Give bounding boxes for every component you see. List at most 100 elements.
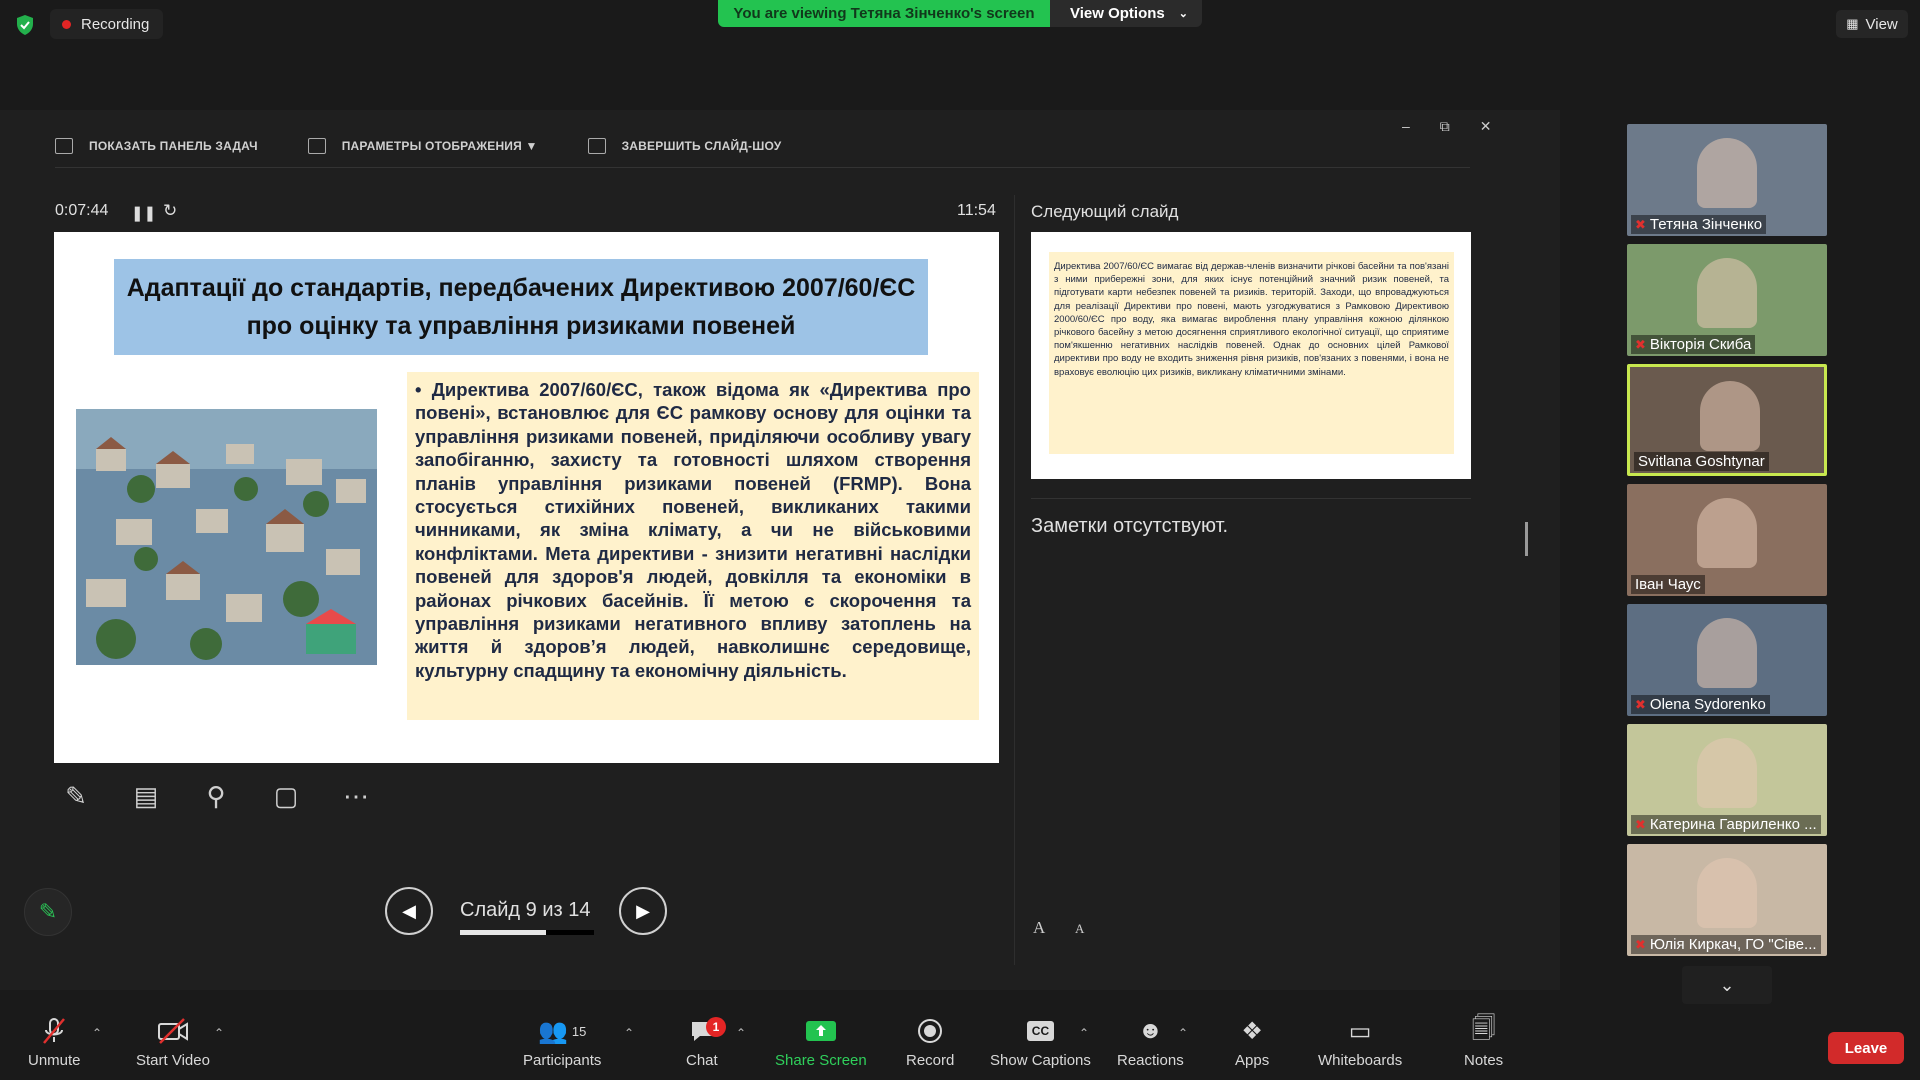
captions-icon-text: CC [1026, 1021, 1055, 1041]
increase-font-icon[interactable]: A [1033, 918, 1045, 938]
elapsed-timer: 0:07:44 [55, 202, 109, 219]
participant-video [1697, 138, 1757, 208]
participants-label: Participants [523, 1052, 602, 1069]
window-controls: – ⧉ ✕ [1402, 118, 1492, 135]
decrease-font-icon[interactable]: A [1075, 921, 1084, 937]
view-label: View [1865, 15, 1898, 33]
pause-icon[interactable]: ❚❚ [131, 204, 156, 222]
slide-counter[interactable]: Слайд 9 из 14 [460, 899, 590, 922]
unmute-button[interactable]: Unmute [28, 1016, 81, 1069]
next-slide-preview[interactable]: Директива 2007/60/ЄС вимагає від держав-… [1031, 232, 1471, 479]
record-label: Record [906, 1052, 955, 1069]
pane-divider[interactable] [1014, 195, 1015, 965]
slide-progress-fill [460, 930, 546, 935]
view-options-button[interactable]: View Options ⌄ [1050, 0, 1202, 27]
start-video-label: Start Video [136, 1052, 210, 1069]
recording-indicator[interactable]: Recording [50, 9, 164, 39]
record-icon [916, 1016, 944, 1046]
participant-name-tag: Іван Чаус [1631, 575, 1705, 594]
zoom-icon[interactable]: ⚲ [196, 776, 236, 816]
captions-caret-icon[interactable]: ⌃ [1079, 1026, 1089, 1040]
chat-unread-badge: 1 [706, 1017, 726, 1037]
restore-icon[interactable]: ⧉ [1440, 118, 1450, 135]
view-options-label: View Options [1070, 5, 1165, 22]
next-slide-button[interactable]: ▶ [619, 887, 667, 935]
participant-tile[interactable]: Іван Чаус [1627, 484, 1827, 596]
participant-tile[interactable]: ✖ Тетяна Зінченко [1627, 124, 1827, 236]
notes-icon: 🗐 [1471, 1014, 1496, 1042]
participants-caret-icon[interactable]: ⌃ [624, 1026, 634, 1040]
start-video-button[interactable]: Start Video [136, 1016, 210, 1069]
recording-label: Recording [81, 15, 150, 33]
presenter-tools: ✎ ▤ ⚲ ▢ ⋯ [56, 776, 376, 816]
current-slide[interactable]: Адаптації до стандартів, передбачених Ди… [54, 232, 999, 763]
reactions-caret-icon[interactable]: ⌃ [1178, 1026, 1188, 1040]
see-all-slides-icon[interactable]: ▤ [126, 776, 166, 816]
participants-icon: 👥 15 [538, 1017, 587, 1045]
participant-tile[interactable]: ✖ Юлія Киркач, ГО "Сіве... [1627, 844, 1827, 956]
notes-label: Notes [1464, 1052, 1504, 1069]
participant-tile[interactable]: Svitlana Goshtynar [1627, 364, 1827, 476]
reactions-label: Reactions [1117, 1052, 1184, 1069]
show-taskbar-button[interactable]: ПОКАЗАТЬ ПАНЕЛЬ ЗАДАЧ [55, 138, 258, 154]
annotate-pencil-icon[interactable]: ✎ [24, 888, 72, 936]
taskbar-icon [55, 138, 73, 154]
audio-options-caret-icon[interactable]: ⌃ [92, 1026, 102, 1040]
mic-muted-icon: ✖ [1635, 696, 1646, 712]
participant-name: Olena Sydorenko [1649, 696, 1766, 713]
participant-tile[interactable]: ✖ Вікторія Скиба [1627, 244, 1827, 356]
apps-button[interactable]: ❖ Apps [1235, 1016, 1269, 1070]
grid-layout-icon: ▦ [1846, 16, 1859, 31]
unmute-label: Unmute [28, 1052, 81, 1069]
notes-button[interactable]: 🗐 Notes [1464, 1014, 1504, 1070]
mic-muted-icon [39, 1016, 69, 1046]
whiteboards-label: Whiteboards [1318, 1052, 1403, 1069]
close-icon[interactable]: ✕ [1480, 118, 1492, 135]
participant-tile[interactable]: ✖ Катерина Гавриленко ... [1627, 724, 1827, 836]
participant-video [1697, 258, 1757, 328]
clock: 11:54 [957, 202, 996, 219]
captions-icon: CC [1026, 1016, 1055, 1046]
chat-label: Chat [686, 1052, 718, 1069]
show-captions-button[interactable]: CC Show Captions [990, 1016, 1091, 1069]
whiteboards-button[interactable]: ▭ Whiteboards [1318, 1016, 1403, 1070]
display-settings-button[interactable]: ПАРАМЕТРЫ ОТОБРАЖЕНИЯ ▼ [307, 138, 538, 154]
record-button[interactable]: Record [906, 1016, 954, 1069]
participant-name: Катерина Гавриленко ... [1649, 816, 1817, 833]
previous-slide-button[interactable]: ◀ [385, 887, 433, 935]
share-screen-label: Share Screen [775, 1052, 867, 1069]
participant-tile[interactable]: ✖ Olena Sydorenko [1627, 604, 1827, 716]
video-off-icon [156, 1016, 190, 1046]
end-slideshow-label: ЗАВЕРШИТЬ СЛАЙД-ШОУ [621, 139, 782, 153]
video-options-caret-icon[interactable]: ⌃ [214, 1026, 224, 1040]
next-slide-label: Следующий слайд [1031, 202, 1179, 221]
share-screen-button[interactable]: Share Screen [775, 1016, 867, 1069]
slide-progress-bar [460, 930, 594, 935]
security-shield-icon[interactable] [14, 14, 36, 36]
end-slideshow-button[interactable]: ЗАВЕРШИТЬ СЛАЙД-ШОУ [587, 138, 782, 154]
minimize-icon[interactable]: – [1402, 118, 1410, 135]
triangle-left-icon: ◀ [402, 900, 416, 921]
display-settings-icon [307, 138, 326, 154]
black-screen-icon[interactable]: ▢ [266, 776, 306, 816]
leave-button[interactable]: Leave [1828, 1032, 1904, 1064]
participant-video [1697, 738, 1757, 808]
gallery-scroll-down-button[interactable]: ⌄ [1682, 966, 1772, 1004]
reset-timer-icon[interactable]: ↻ [163, 201, 177, 221]
reactions-button[interactable]: ☻ Reactions [1117, 1016, 1184, 1069]
view-layout-button[interactable]: ▦ View [1836, 10, 1908, 38]
next-slide-text: Директива 2007/60/ЄС вимагає від держав-… [1049, 252, 1454, 454]
pen-icon[interactable]: ✎ [56, 776, 96, 816]
chat-caret-icon[interactable]: ⌃ [736, 1026, 746, 1040]
apps-icon: ❖ [1241, 1017, 1263, 1045]
participant-name: Svitlana Goshtynar [1638, 453, 1765, 470]
recording-dot-icon [62, 19, 71, 29]
speaker-notes: Заметки отсутствуют. [1031, 515, 1229, 537]
participant-name: Тетяна Зінченко [1649, 216, 1763, 233]
slide-body-box: • Директива 2007/60/ЄС, також відома як … [407, 372, 979, 720]
more-options-icon[interactable]: ⋯ [336, 776, 376, 816]
share-screen-icon [805, 1016, 837, 1046]
participant-video [1700, 381, 1760, 451]
participants-button[interactable]: 👥 15 Participants [523, 1016, 602, 1070]
notes-scrollbar[interactable] [1525, 522, 1528, 556]
